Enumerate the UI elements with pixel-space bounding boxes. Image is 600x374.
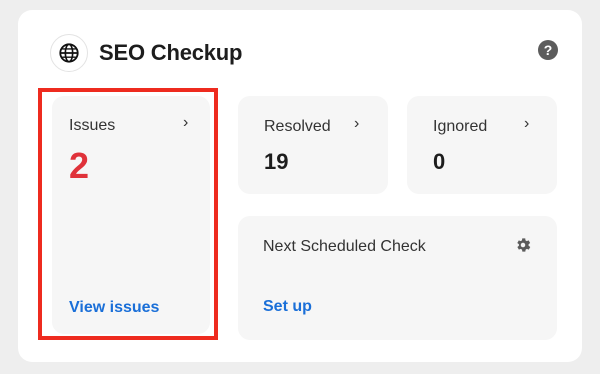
view-issues-link[interactable]: View issues (69, 299, 159, 317)
issues-count: 2 (69, 145, 90, 186)
help-button[interactable]: ? (538, 40, 558, 60)
gear-icon[interactable] (514, 236, 532, 254)
card-title: SEO Checkup (99, 40, 243, 65)
resolved-tile[interactable]: Resolved › 19 (238, 96, 388, 194)
resolved-label: Resolved (264, 118, 331, 135)
set-up-link[interactable]: Set up (263, 298, 312, 316)
issues-label: Issues (69, 117, 116, 134)
question-mark-icon: ? (543, 42, 553, 58)
issues-tile[interactable]: Issues › 2 View issues (52, 96, 210, 334)
chevron-right-icon: › (354, 115, 360, 132)
resolved-count: 19 (264, 149, 289, 174)
chevron-right-icon: › (524, 115, 530, 132)
scheduled-check-tile: Next Scheduled Check Set up (238, 216, 557, 340)
ignored-label: Ignored (433, 118, 488, 135)
globe-icon (50, 34, 88, 72)
ignored-tile[interactable]: Ignored › 0 (407, 96, 557, 194)
scheduled-check-label: Next Scheduled Check (263, 238, 426, 255)
ignored-count: 0 (433, 149, 446, 174)
chevron-right-icon: › (183, 114, 189, 131)
